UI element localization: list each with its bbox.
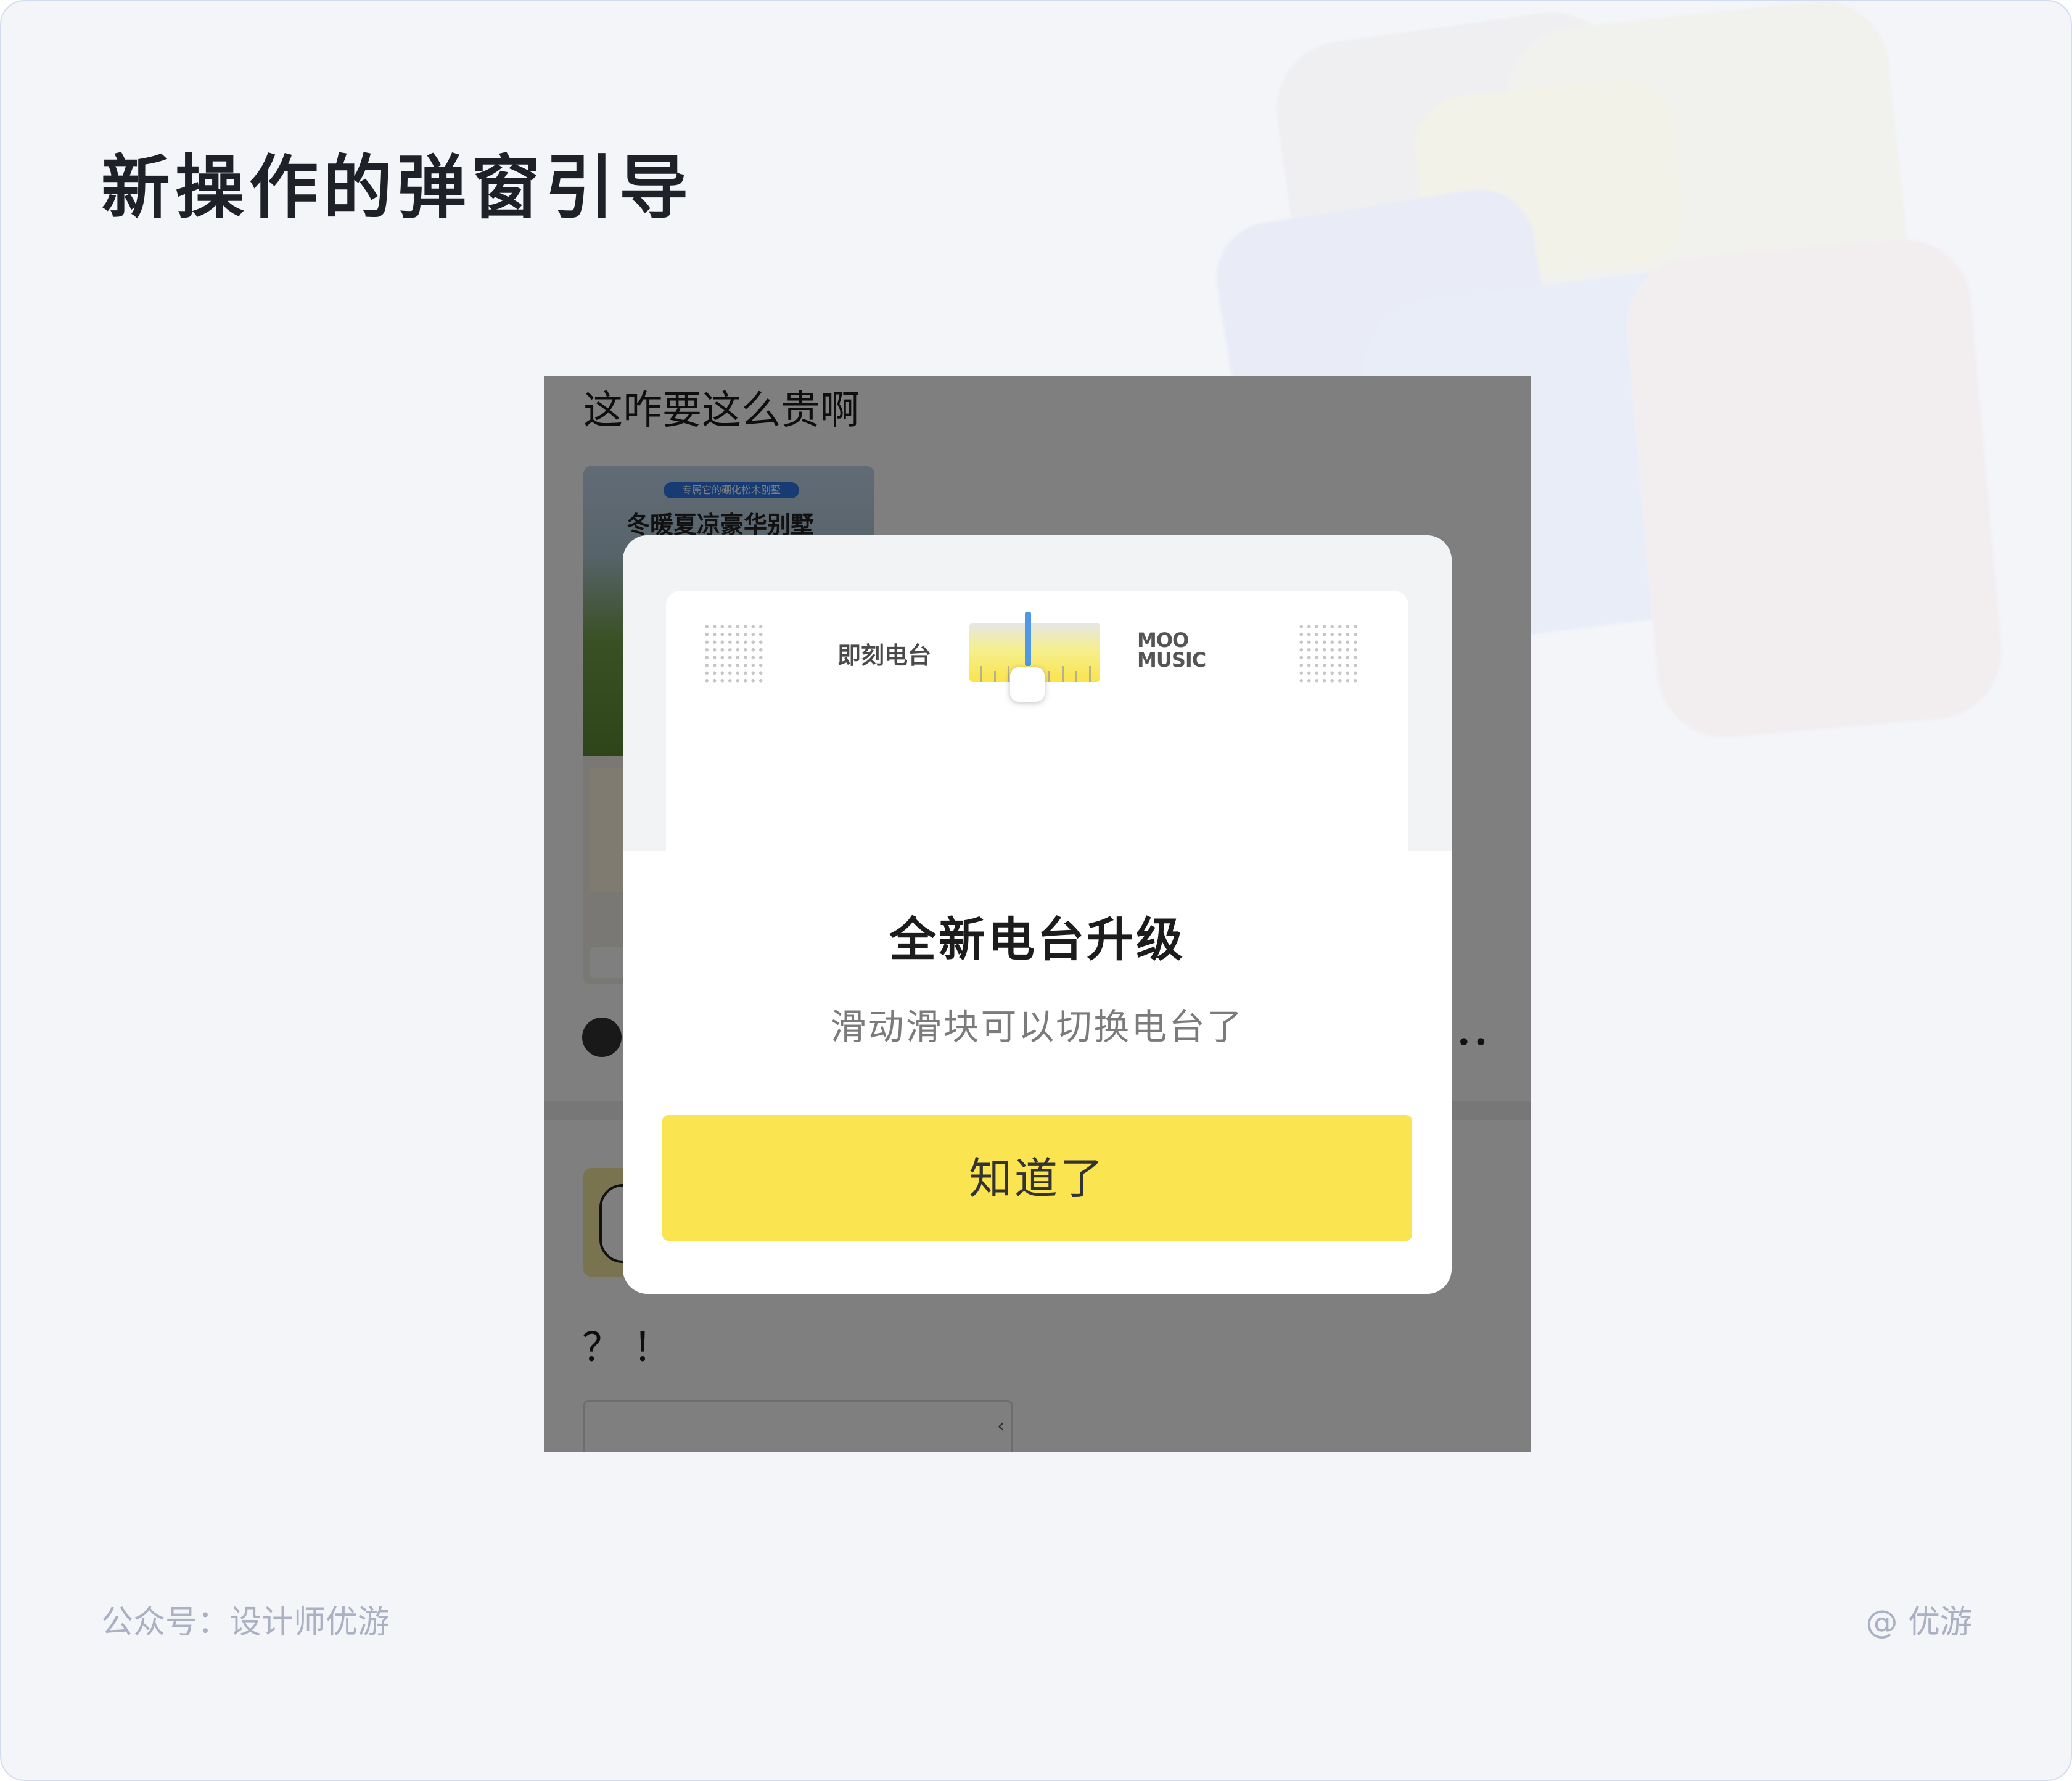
speaker-grille-icon — [703, 623, 765, 685]
dial-tick — [1089, 666, 1091, 682]
dial-tick — [1062, 666, 1064, 682]
speaker-grille-icon — [1297, 623, 1359, 685]
dial-tick — [1075, 671, 1077, 682]
dial-tick — [994, 671, 996, 682]
footer-author: @ 优游 — [1865, 1604, 1972, 1641]
radio-illustration: 即刻电台 MOO MUSIC — [666, 591, 1408, 851]
dial-tick — [1008, 666, 1009, 682]
tuner-slider-knob[interactable] — [1010, 667, 1045, 702]
station-left-label: 即刻电台 — [837, 642, 932, 669]
tuner-needle — [1025, 612, 1031, 666]
station-right-line2: MUSIC — [1137, 648, 1206, 672]
decor-cube — [1621, 234, 2007, 743]
dial-tick — [1048, 671, 1050, 682]
guide-dialog: 即刻电台 MOO MUSIC 全新电台升级 滑动滑块可以切换电台了 知道了 — [623, 535, 1452, 1294]
dial-tick — [980, 666, 982, 682]
phone-screenshot: 这咋要这么贵啊 专属它的硼化松木别墅 冬暖夏凉豪华别墅 •• ？！ ‹ 即刻电台 — [544, 376, 1531, 1452]
page-title: 新操作的弹窗引导 — [101, 148, 693, 228]
dialog-subtitle: 滑动滑块可以切换电台了 — [830, 1006, 1244, 1048]
showcase-card: 新操作的弹窗引导 这咋要这么贵啊 专属它的硼化松木别墅 冬暖夏凉豪华别墅 •• … — [0, 0, 2072, 1781]
station-right-label: MOO MUSIC — [1137, 630, 1206, 670]
got-it-button[interactable]: 知道了 — [662, 1115, 1412, 1241]
station-right-line1: MOO — [1137, 628, 1189, 652]
dialog-title: 全新电台升级 — [889, 912, 1185, 967]
footer-account: 公众号：设计师优游 — [101, 1604, 390, 1641]
